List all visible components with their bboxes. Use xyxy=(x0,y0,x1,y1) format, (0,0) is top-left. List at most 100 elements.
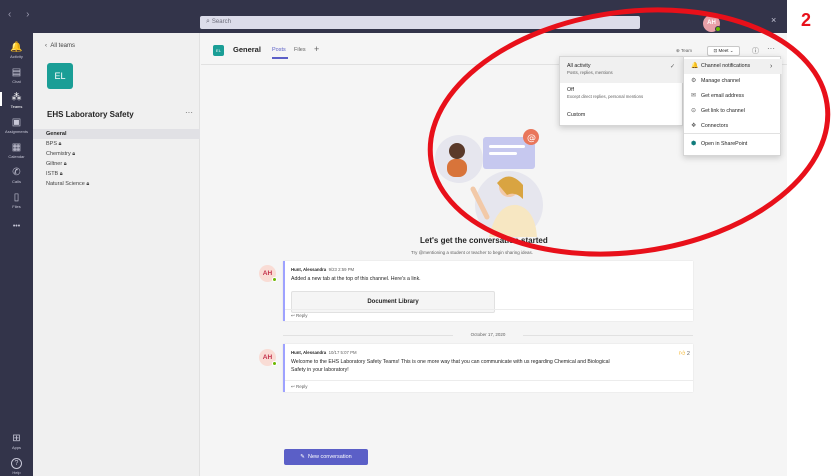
channel-item-istb[interactable]: ISTB 🔒︎ xyxy=(33,169,200,179)
team-more-options-button[interactable]: ··· xyxy=(185,108,193,117)
teams-icon: ⁂ xyxy=(11,92,22,103)
annotation-step-number: 2 xyxy=(801,10,812,30)
channel-name: ISTB xyxy=(46,171,59,177)
files-icon: ▯ xyxy=(13,192,20,203)
thumbs-up-icon: 👍︎ xyxy=(679,351,686,357)
rail-calls[interactable]: ✆ Calls xyxy=(0,167,33,184)
checkmark-icon: ✓ xyxy=(670,64,676,70)
notif-option-all-activity[interactable]: All activity Posts, replies, mentions ✓ xyxy=(560,57,684,83)
notif-option-custom[interactable]: Custom xyxy=(560,107,684,127)
calendar-icon: ▦ xyxy=(11,142,22,153)
lock-icon: 🔒︎ xyxy=(59,171,63,177)
new-conversation-button[interactable]: ✎ New conversation xyxy=(284,449,368,465)
menu-item-label: Get email address xyxy=(701,93,744,99)
channel-item-general[interactable]: General xyxy=(33,129,200,139)
search-icon: ⌕ xyxy=(206,18,210,25)
add-tab-button[interactable]: + xyxy=(314,44,319,54)
menu-item-channel-notifications[interactable]: 🔔 Channel notifications › xyxy=(684,59,782,74)
all-teams-link[interactable]: ‹ All teams xyxy=(45,43,75,49)
search-input[interactable]: ⌕ Search xyxy=(200,16,640,29)
rail-label: Activity xyxy=(10,54,23,59)
channel-more-options-button[interactable]: ··· xyxy=(767,44,775,53)
reply-button[interactable]: ↩ Reply xyxy=(285,380,693,391)
back-forward-arrows[interactable]: ‹ › xyxy=(8,9,35,20)
lock-icon: 🔒︎ xyxy=(86,181,90,187)
all-teams-label: All teams xyxy=(50,43,76,49)
channel-name: Giltner xyxy=(46,161,63,167)
teams-panel: ‹ All teams EL EHS Laboratory Safety ···… xyxy=(33,33,200,476)
reply-button[interactable]: ↩ Reply xyxy=(285,309,693,320)
rail-chat[interactable]: ▤ Chat xyxy=(0,67,33,84)
channel-title: General xyxy=(233,45,261,54)
sharepoint-icon: ⬢ xyxy=(691,141,697,147)
chat-icon: ▤ xyxy=(11,67,22,78)
like-reaction[interactable]: 👍︎ 2 xyxy=(679,349,690,357)
bell-icon: 🔔 xyxy=(691,63,699,69)
info-icon[interactable]: ⓘ xyxy=(752,46,759,56)
chevron-down-icon: ⌄ xyxy=(729,48,734,53)
menu-item-get-email-address[interactable]: ✉ Get email address xyxy=(684,89,782,104)
rail-help[interactable]: ? Help xyxy=(0,458,33,475)
date-separator-label: October 17, 2020 xyxy=(470,332,506,337)
meet-button[interactable]: ⊡ Meet ⌄ xyxy=(707,46,740,56)
rail-files[interactable]: ▯ Files xyxy=(0,192,33,209)
tab-posts[interactable]: Posts xyxy=(272,47,286,53)
message-card: Hunt, Alessandra 10/17 5:07 PM 👍︎ 2 Welc… xyxy=(283,344,693,392)
close-window-button[interactable]: × xyxy=(771,15,776,25)
tab-files[interactable]: Files xyxy=(294,47,306,53)
new-conversation-label: New conversation xyxy=(307,454,352,460)
team-button[interactable]: ⊕ Team xyxy=(676,48,692,54)
notif-option-label: Off xyxy=(567,87,574,93)
message-text: Added a new tab at the top of this chann… xyxy=(291,276,421,282)
channel-notifications-submenu: All activity Posts, replies, mentions ✓ … xyxy=(559,56,684,127)
meet-label: Meet xyxy=(718,48,729,53)
message-time: 10/17 5:07 PM xyxy=(328,350,357,355)
reply-label: Reply xyxy=(296,313,308,318)
menu-item-manage-channel[interactable]: ⚙ Manage channel xyxy=(684,74,782,89)
apps-icon: ⊞ xyxy=(12,433,21,444)
title-bar: ‹ › ⌕ Search AH × xyxy=(0,0,787,33)
rail-label: Chat xyxy=(12,79,21,84)
notif-option-description: Posts, replies, mentions xyxy=(567,70,613,75)
connectors-icon: ❖ xyxy=(691,123,697,129)
team-avatar: EL xyxy=(47,63,73,89)
notif-option-off[interactable]: Off Except direct replies, personal ment… xyxy=(560,83,684,107)
rail-assignments[interactable]: ▣ Assignments xyxy=(0,117,33,134)
menu-item-get-link[interactable]: ⊝ Get link to channel xyxy=(684,104,782,119)
rail-apps[interactable]: ⊞ Apps xyxy=(0,433,33,450)
notif-option-label: Custom xyxy=(567,112,586,118)
divider xyxy=(283,335,453,336)
assignments-icon: ▣ xyxy=(11,117,22,128)
message-text-line: Safety in your laboratory! xyxy=(291,367,349,373)
rail-label: Files xyxy=(12,204,21,209)
message-text: Welcome to the EHS Laboratory Safety Tea… xyxy=(291,358,610,374)
rail-activity[interactable]: 🔔 Activity xyxy=(0,42,33,59)
message-meta: Hunt, Alessandra 9/23 2:59 PM xyxy=(291,267,354,272)
notif-option-label: All activity xyxy=(567,63,591,69)
app-rail: 🔔 Activity ▤ Chat ⁂ Teams ▣ Assignments … xyxy=(0,33,33,476)
menu-item-open-in-sharepoint[interactable]: ⬢ Open in SharePoint xyxy=(684,137,782,152)
rail-teams[interactable]: ⁂ Teams xyxy=(0,92,33,109)
rail-calendar[interactable]: ▦ Calendar xyxy=(0,142,33,159)
link-icon: ⊝ xyxy=(691,108,697,114)
chevron-right-icon: › xyxy=(770,63,773,70)
menu-divider xyxy=(684,133,782,134)
menu-item-label: Manage channel xyxy=(701,78,741,84)
channel-item-chemistry[interactable]: Chemistry 🔒︎ xyxy=(33,149,200,159)
team-label: Team xyxy=(680,48,692,53)
channel-item-bps[interactable]: BPS 🔒︎ xyxy=(33,139,200,149)
channel-item-natural-science[interactable]: Natural Science 🔒︎ xyxy=(33,179,200,189)
channel-name: Chemistry xyxy=(46,151,71,157)
channel-item-giltner[interactable]: Giltner 🔒︎ xyxy=(33,159,200,169)
conversation-illustration: @ xyxy=(435,129,543,239)
conversation-start-title: Let's get the conversation started xyxy=(420,236,548,245)
menu-item-label: Open in SharePoint xyxy=(701,141,748,147)
menu-item-label: Connectors xyxy=(701,123,729,129)
channel-name: General xyxy=(46,131,67,137)
rail-more[interactable]: ••• xyxy=(0,221,33,232)
rail-label: Assignments xyxy=(5,129,28,134)
menu-item-connectors[interactable]: ❖ Connectors xyxy=(684,119,782,134)
more-icon: ••• xyxy=(12,223,21,230)
presence-available-icon xyxy=(272,277,277,282)
bell-icon: 🔔 xyxy=(10,42,23,53)
